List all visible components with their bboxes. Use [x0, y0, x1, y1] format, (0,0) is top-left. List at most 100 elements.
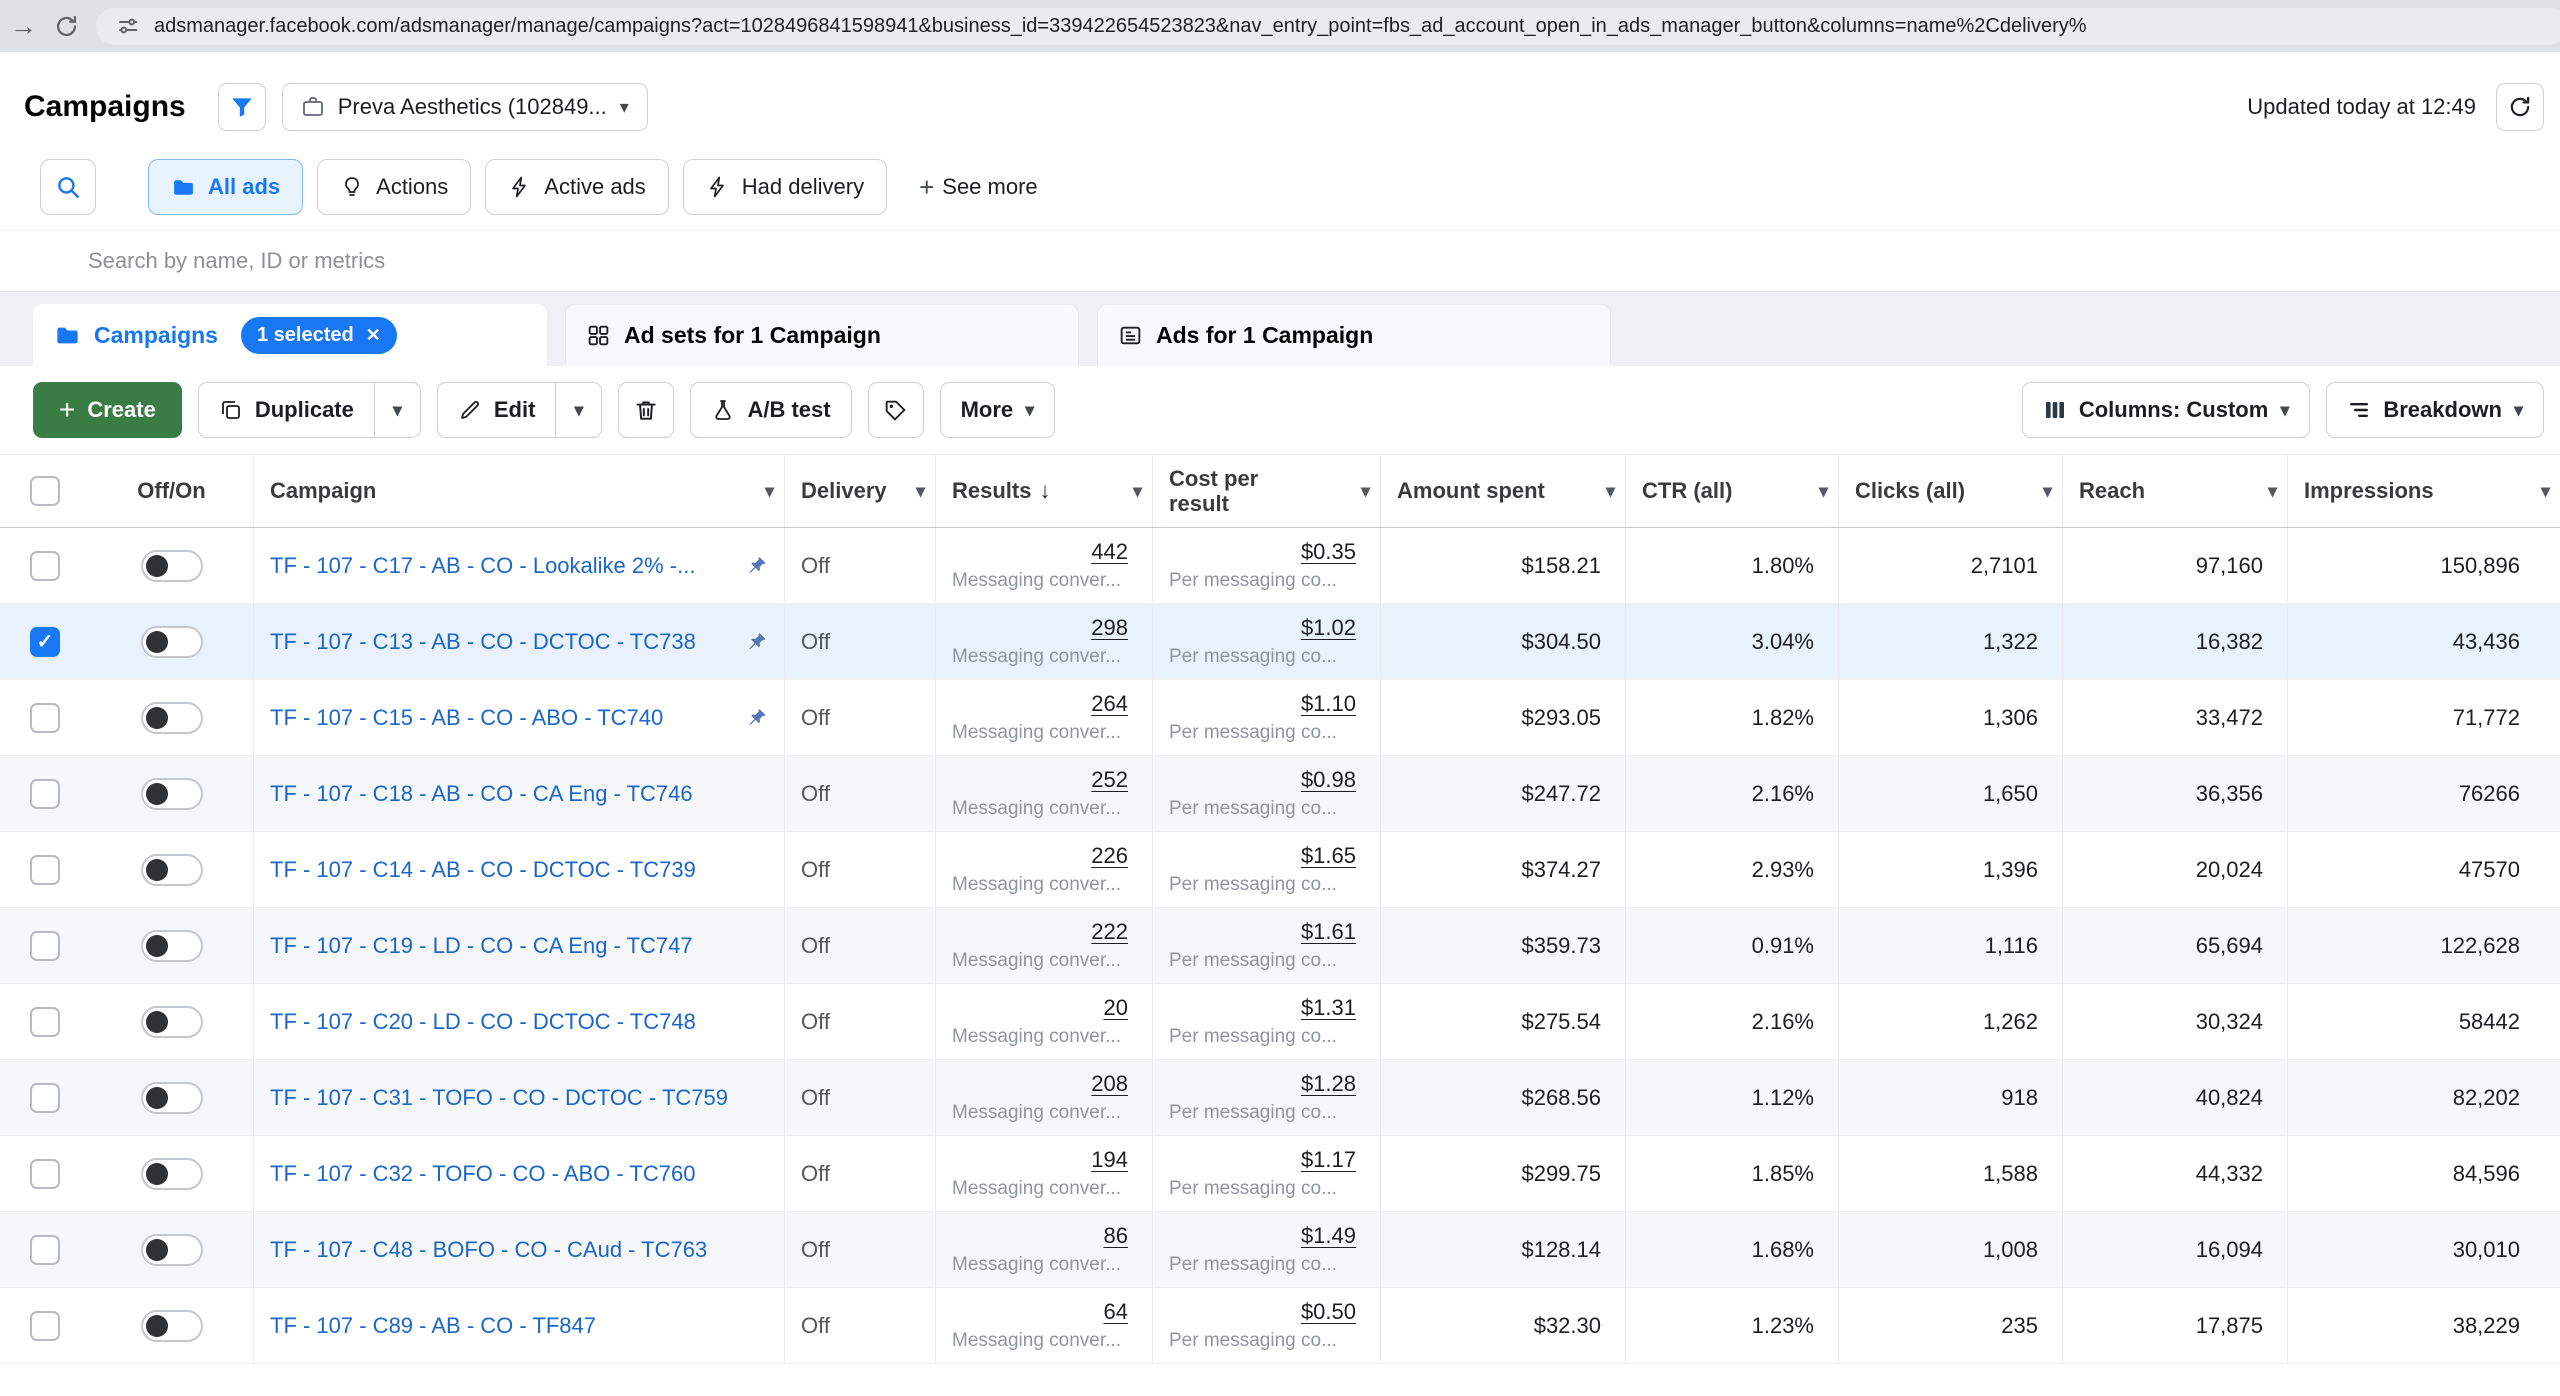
account-selector[interactable]: Preva Aesthetics (102849... ▾ — [282, 83, 648, 131]
cost-per-result-value[interactable]: $0.35 — [1301, 539, 1356, 565]
results-value[interactable]: 222 — [1091, 919, 1128, 945]
close-icon[interactable]: ✕ — [366, 325, 381, 346]
cost-per-result-value[interactable]: $0.50 — [1301, 1299, 1356, 1325]
column-header-impressions[interactable]: Impressions — [2304, 478, 2434, 503]
results-value[interactable]: 226 — [1091, 843, 1128, 869]
campaign-name-link[interactable]: TF - 107 - C89 - AB - CO - TF847 — [270, 1313, 768, 1339]
results-value[interactable]: 252 — [1091, 767, 1128, 793]
delete-button[interactable] — [618, 382, 674, 438]
row-checkbox[interactable] — [30, 1083, 60, 1113]
ab-test-button[interactable]: A/B test — [690, 382, 851, 438]
row-checkbox[interactable] — [30, 703, 60, 733]
results-value[interactable]: 194 — [1091, 1147, 1128, 1173]
chevron-down-icon[interactable]: ▾ — [765, 482, 774, 500]
url-bar[interactable]: adsmanager.facebook.com/adsmanager/manag… — [96, 8, 2560, 45]
edit-dropdown[interactable]: ▾ — [556, 382, 602, 438]
campaign-toggle[interactable] — [141, 550, 203, 582]
campaign-name-link[interactable]: TF - 107 - C31 - TOFO - CO - DCTOC - TC7… — [270, 1085, 768, 1111]
campaign-toggle[interactable] — [141, 854, 203, 886]
results-value[interactable]: 442 — [1091, 539, 1128, 565]
campaign-name-link[interactable]: TF - 107 - C20 - LD - CO - DCTOC - TC748 — [270, 1009, 768, 1035]
columns-button[interactable]: Columns: Custom ▾ — [2022, 382, 2311, 438]
campaign-name-link[interactable]: TF - 107 - C13 - AB - CO - DCTOC - TC738 — [270, 629, 732, 655]
filter-pill-actions[interactable]: Actions — [317, 159, 471, 215]
campaign-toggle[interactable] — [141, 778, 203, 810]
breakdown-button[interactable]: Breakdown ▾ — [2326, 382, 2544, 438]
column-header-campaign[interactable]: Campaign — [270, 478, 376, 503]
cost-per-result-value[interactable]: $1.28 — [1301, 1071, 1356, 1097]
cost-per-result-value[interactable]: $0.98 — [1301, 767, 1356, 793]
row-checkbox[interactable] — [30, 779, 60, 809]
column-header-ctr[interactable]: CTR (all) — [1642, 478, 1732, 503]
duplicate-dropdown[interactable]: ▾ — [375, 382, 421, 438]
campaign-toggle[interactable] — [141, 1006, 203, 1038]
cost-per-result-value[interactable]: $1.17 — [1301, 1147, 1356, 1173]
column-header-results[interactable]: Results — [952, 478, 1031, 503]
campaign-toggle[interactable] — [141, 1234, 203, 1266]
campaign-toggle[interactable] — [141, 930, 203, 962]
results-value[interactable]: 86 — [1104, 1223, 1128, 1249]
column-header-reach[interactable]: Reach — [2079, 478, 2145, 503]
site-settings-icon[interactable] — [116, 14, 140, 38]
campaign-name-link[interactable]: TF - 107 - C48 - BOFO - CO - CAud - TC76… — [270, 1237, 768, 1263]
filter-pill-had-delivery[interactable]: Had delivery — [683, 159, 887, 215]
column-header-clicks[interactable]: Clicks (all) — [1855, 478, 1965, 503]
more-button[interactable]: More ▾ — [940, 382, 1056, 438]
chevron-down-icon[interactable]: ▾ — [2043, 482, 2052, 500]
chevron-down-icon[interactable]: ▾ — [916, 482, 925, 500]
cost-per-result-value[interactable]: $1.65 — [1301, 843, 1356, 869]
cost-per-result-value[interactable]: $1.02 — [1301, 615, 1356, 641]
cost-per-result-value[interactable]: $1.31 — [1301, 995, 1356, 1021]
select-all-checkbox[interactable] — [30, 476, 60, 506]
campaign-toggle[interactable] — [141, 1310, 203, 1342]
row-checkbox[interactable] — [30, 1159, 60, 1189]
column-header-delivery[interactable]: Delivery — [801, 478, 887, 503]
row-checkbox[interactable] — [30, 1235, 60, 1265]
campaign-name-link[interactable]: TF - 107 - C19 - LD - CO - CA Eng - TC74… — [270, 933, 768, 959]
campaign-name-link[interactable]: TF - 107 - C32 - TOFO - CO - ABO - TC760 — [270, 1161, 768, 1187]
edit-button[interactable]: Edit — [437, 382, 557, 438]
chevron-down-icon[interactable]: ▾ — [1133, 482, 1142, 500]
tag-button[interactable] — [868, 382, 924, 438]
results-value[interactable]: 264 — [1091, 691, 1128, 717]
duplicate-button[interactable]: Duplicate — [198, 382, 375, 438]
search-button[interactable] — [40, 159, 96, 215]
campaign-name-link[interactable]: TF - 107 - C14 - AB - CO - DCTOC - TC739 — [270, 857, 768, 883]
campaign-toggle[interactable] — [141, 1082, 203, 1114]
results-value[interactable]: 20 — [1104, 995, 1128, 1021]
campaign-name-link[interactable]: TF - 107 - C18 - AB - CO - CA Eng - TC74… — [270, 781, 768, 807]
see-more-button[interactable]: + See more — [919, 174, 1038, 200]
column-header-spent[interactable]: Amount spent — [1397, 478, 1545, 503]
row-checkbox[interactable] — [30, 931, 60, 961]
chevron-down-icon[interactable]: ▾ — [2541, 482, 2550, 500]
tab-campaigns[interactable]: Campaigns 1 selected ✕ — [33, 304, 547, 366]
forward-button[interactable]: → — [10, 13, 37, 40]
reload-button[interactable] — [53, 13, 80, 40]
column-header-off-on[interactable]: Off/On — [137, 478, 205, 503]
row-checkbox[interactable] — [30, 1007, 60, 1037]
campaign-toggle[interactable] — [141, 1158, 203, 1190]
row-checkbox[interactable] — [30, 855, 60, 885]
create-button[interactable]: + Create — [33, 382, 182, 438]
filter-pill-active-ads[interactable]: Active ads — [485, 159, 669, 215]
results-value[interactable]: 64 — [1104, 1299, 1128, 1325]
results-value[interactable]: 208 — [1091, 1071, 1128, 1097]
chevron-down-icon[interactable]: ▾ — [1819, 482, 1828, 500]
row-checkbox[interactable] — [30, 551, 60, 581]
chevron-down-icon[interactable]: ▾ — [1606, 482, 1615, 500]
row-checkbox[interactable] — [30, 1311, 60, 1341]
tab-ads[interactable]: Ads for 1 Campaign — [1097, 304, 1611, 366]
row-checkbox[interactable] — [30, 627, 60, 657]
refresh-button[interactable] — [2496, 83, 2544, 131]
tab-ad-sets[interactable]: Ad sets for 1 Campaign — [565, 304, 1079, 366]
search-input[interactable] — [0, 231, 2560, 291]
campaign-name-link[interactable]: TF - 107 - C17 - AB - CO - Lookalike 2% … — [270, 553, 732, 579]
results-value[interactable]: 298 — [1091, 615, 1128, 641]
campaign-name-link[interactable]: TF - 107 - C15 - AB - CO - ABO - TC740 — [270, 705, 732, 731]
cost-per-result-value[interactable]: $1.61 — [1301, 919, 1356, 945]
campaign-toggle[interactable] — [141, 626, 203, 658]
cost-per-result-value[interactable]: $1.49 — [1301, 1223, 1356, 1249]
column-header-cost[interactable]: Cost per result — [1169, 466, 1299, 517]
filter-funnel-button[interactable] — [218, 83, 266, 131]
cost-per-result-value[interactable]: $1.10 — [1301, 691, 1356, 717]
